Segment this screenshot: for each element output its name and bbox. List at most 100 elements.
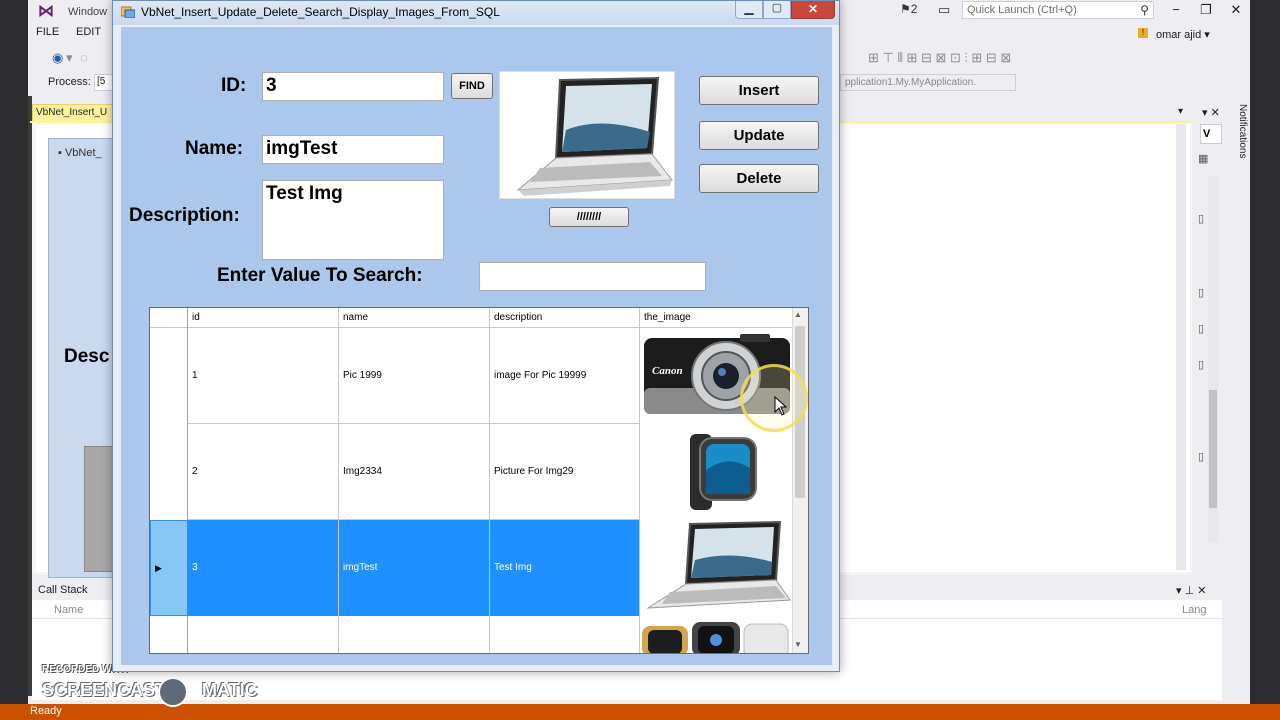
cell-description[interactable]: Picture For Img29 [490, 424, 640, 520]
scroll-up-icon[interactable]: ▲ [794, 310, 802, 319]
process-label: Process: [48, 76, 91, 88]
column-header-id[interactable]: id [188, 308, 339, 328]
notification-count: 2 [910, 2, 918, 16]
pin-icon[interactable]: ▾ ⊥ ✕ [1176, 584, 1206, 597]
feedback-icon[interactable]: ▭ [938, 2, 950, 18]
notification-flag-icon[interactable]: ⚑2 [900, 2, 917, 16]
name-label: Name: [185, 138, 244, 159]
close-button[interactable]: ✕ [791, 1, 835, 19]
editor-dropdown-icon[interactable]: ▾ [1178, 106, 1183, 117]
column-header-image[interactable]: the_image [640, 308, 792, 328]
search-input[interactable] [479, 262, 706, 291]
table-row-selected[interactable]: ▶ 3 imgTest Test Img [150, 520, 792, 616]
user-account[interactable]: omar ajid ▾ [1156, 28, 1210, 41]
menu-file[interactable]: FILE [36, 26, 59, 38]
cell-name[interactable]: Img2334 [339, 424, 490, 520]
cell-description[interactable]: Test Img [490, 520, 640, 616]
id-label: ID: [221, 75, 247, 96]
property-icon: ▯ [1198, 323, 1205, 335]
menu-edit[interactable]: EDIT [76, 26, 101, 38]
row-header-current[interactable]: ▶ [150, 520, 188, 616]
app-title-bar[interactable]: VbNet_Insert_Update_Delete_Search_Displa… [113, 1, 839, 25]
current-row-arrow-icon: ▶ [155, 563, 162, 573]
table-row[interactable] [150, 616, 792, 653]
cell-name[interactable]: Pic 1999 [339, 328, 490, 424]
mouse-cursor-icon [774, 396, 788, 416]
column-header-name[interactable]: name [339, 308, 490, 328]
properties-scroll-thumb[interactable] [1209, 390, 1217, 508]
cell-description[interactable] [490, 616, 640, 653]
app-title: VbNet_Insert_Update_Delete_Search_Displa… [141, 5, 500, 19]
smartwatch-image [690, 434, 757, 510]
row-header[interactable] [150, 328, 188, 424]
align-icons[interactable]: ⊞ ⊤ ⫴ ⊞ ⊟ ⊠ ⊡ ⫶ ⊞ ⊟ ⊠ [868, 50, 1011, 66]
vs-window-title: Window [68, 6, 108, 18]
table-row[interactable]: 2 Img2334 Picture For Img29 [150, 424, 792, 520]
property-icon: ▯ [1198, 451, 1205, 463]
notifications-tab[interactable]: Notifications [1230, 104, 1248, 180]
image-preview [499, 71, 675, 199]
properties-tab[interactable]: V [1200, 124, 1222, 144]
cell-image[interactable] [640, 616, 792, 653]
browse-image-button[interactable]: //////// [549, 207, 629, 227]
row-header[interactable] [150, 616, 188, 653]
camera-brand: Canon [652, 365, 683, 377]
dropdown-icon[interactable]: ▾ [66, 50, 73, 66]
watermark-brand-part2: MATIC [202, 680, 258, 700]
property-icon: ▯ [1198, 287, 1205, 299]
update-button[interactable]: Update [699, 121, 819, 150]
editor-scrollbar[interactable] [1176, 124, 1186, 570]
callstack-column-lang[interactable]: Lang [1182, 604, 1206, 616]
vs-restore-button[interactable]: ❐ [1190, 0, 1222, 20]
vs-close-button[interactable]: ✕ [1220, 0, 1252, 20]
maximize-button[interactable]: ▢ [763, 1, 791, 19]
find-button[interactable]: FIND [451, 73, 493, 99]
back-icon[interactable]: ◉ [52, 50, 63, 66]
column-header-description[interactable]: description [490, 308, 640, 328]
grid-header: id name description the_image [150, 308, 792, 328]
id-field[interactable]: 3 [262, 72, 444, 101]
delete-button[interactable]: Delete [699, 164, 819, 193]
startup-object-dropdown[interactable]: pplication1.My.MyApplication. [840, 74, 1016, 91]
cell-id[interactable]: 2 [188, 424, 339, 520]
user-name: omar ajid [1156, 29, 1202, 41]
minimize-button[interactable]: ▁ [735, 1, 763, 19]
cell-id[interactable]: 3 [188, 520, 339, 616]
cell-image[interactable] [640, 424, 792, 520]
app-window: VbNet_Insert_Update_Delete_Search_Displa… [112, 0, 840, 672]
cell-name[interactable] [339, 616, 490, 653]
row-header[interactable] [150, 424, 188, 520]
cell-id[interactable]: 1 [188, 328, 339, 424]
designer-control[interactable] [84, 446, 114, 572]
search-label: Enter Value To Search: [217, 265, 423, 286]
cell-name[interactable]: imgTest [339, 520, 490, 616]
data-grid[interactable]: id name description the_image 1 Pic 1999… [149, 307, 809, 654]
cell-image[interactable] [640, 520, 792, 616]
grid-corner[interactable] [150, 308, 188, 328]
laptop-image [646, 520, 791, 609]
quick-launch-placeholder: Quick Launch (Ctrl+Q) [967, 4, 1077, 16]
watches-image [642, 622, 789, 653]
cell-id[interactable] [188, 616, 339, 653]
document-tab[interactable]: VbNet_Insert_U [32, 104, 116, 122]
screen-left-edge [0, 0, 28, 704]
forward-icon[interactable]: ◌ [80, 50, 88, 65]
panel-close-icon[interactable]: ▾ ✕ [1202, 106, 1220, 119]
watermark-brand-part1: SCREENCAST [42, 680, 167, 700]
table-row[interactable]: 1 Pic 1999 image For Pic 19999 Canon [150, 328, 792, 424]
vs-logo-icon: ⋈ [38, 3, 54, 20]
designer-description-label: Desc [64, 346, 110, 367]
description-field[interactable]: Test Img [262, 180, 444, 260]
insert-button[interactable]: Insert [699, 76, 819, 105]
callstack-column-name[interactable]: Name [54, 604, 83, 616]
designer-form-title: ▪ VbNet_ [58, 147, 102, 159]
notifications-strip [1224, 102, 1250, 702]
quick-launch-input[interactable]: Quick Launch (Ctrl+Q) ⚲ [962, 1, 1154, 19]
vs-minimize-button[interactable]: − [1160, 0, 1192, 20]
warning-icon: ! [1138, 28, 1148, 38]
property-icon: ▯ [1198, 213, 1205, 225]
name-field[interactable]: imgTest [262, 135, 444, 164]
screen-right-edge [1250, 0, 1280, 704]
cell-description[interactable]: image For Pic 19999 [490, 328, 640, 424]
scroll-down-icon[interactable]: ▼ [794, 640, 802, 649]
